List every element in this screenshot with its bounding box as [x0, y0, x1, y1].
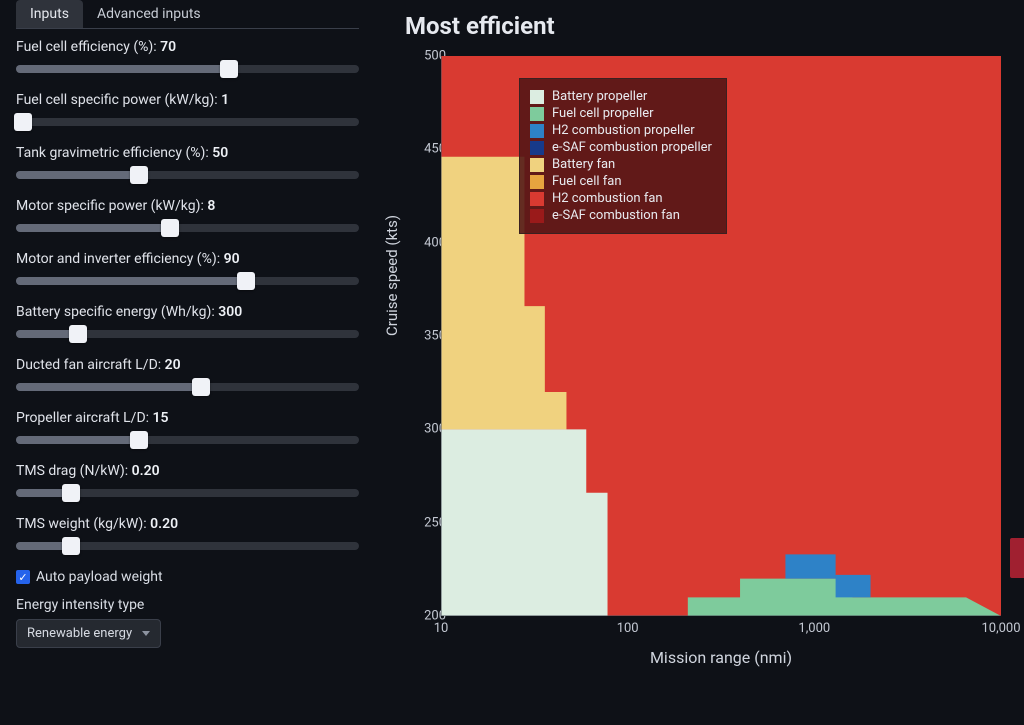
slider-4: Motor and inverter efficiency (%): 90: [16, 251, 359, 291]
legend-swatch: [530, 141, 544, 155]
x-tick: 100: [617, 621, 639, 636]
y-tick: 250: [396, 515, 446, 530]
legend-item: Battery fan: [530, 157, 712, 172]
side-handle[interactable]: [1010, 538, 1024, 578]
y-tick: 350: [396, 329, 446, 344]
legend-item: e-SAF combustion propeller: [530, 140, 712, 155]
slider-1: Fuel cell specific power (kW/kg): 1: [16, 92, 359, 132]
legend-item: e-SAF combustion fan: [530, 208, 712, 223]
slider-thumb[interactable]: [161, 219, 179, 237]
legend-item: H2 combustion propeller: [530, 123, 712, 138]
slider-0: Fuel cell efficiency (%): 70: [16, 39, 359, 79]
slider-8: TMS drag (N/kW): 0.20: [16, 463, 359, 503]
legend-label: Fuel cell fan: [552, 174, 622, 189]
slider-label: Fuel cell efficiency (%): 70: [16, 39, 359, 55]
slider-3: Motor specific power (kW/kg): 8: [16, 198, 359, 238]
legend-swatch: [530, 209, 544, 223]
sidebar: Inputs Advanced inputs Fuel cell efficie…: [0, 0, 375, 725]
tab-advanced-inputs[interactable]: Advanced inputs: [83, 0, 215, 28]
legend-label: Battery fan: [552, 157, 615, 172]
slider-thumb[interactable]: [69, 325, 87, 343]
slider-track[interactable]: [16, 377, 359, 397]
slider-5: Battery specific energy (Wh/kg): 300: [16, 304, 359, 344]
legend-swatch: [530, 158, 544, 172]
legend-swatch: [530, 90, 544, 104]
y-tick: 450: [396, 142, 446, 157]
legend-item: H2 combustion fan: [530, 191, 712, 206]
legend-label: Battery propeller: [552, 89, 647, 104]
legend-swatch: [530, 192, 544, 206]
plot-area[interactable]: Battery propeller Fuel cell propeller H2 c…: [441, 56, 1001, 616]
legend-swatch: [530, 124, 544, 138]
legend-label: e-SAF combustion fan: [552, 208, 680, 223]
legend: Battery propeller Fuel cell propeller H2 c…: [519, 78, 727, 234]
slider-thumb[interactable]: [130, 166, 148, 184]
check-icon: ✓: [16, 570, 30, 584]
slider-label: Battery specific energy (Wh/kg): 300: [16, 304, 359, 320]
legend-label: e-SAF combustion propeller: [552, 140, 712, 155]
tab-inputs[interactable]: Inputs: [16, 0, 83, 28]
legend-item: Fuel cell fan: [530, 174, 712, 189]
slider-track[interactable]: [16, 165, 359, 185]
slider-track[interactable]: [16, 536, 359, 556]
select-value: Renewable energy: [27, 626, 132, 641]
y-tick: 400: [396, 235, 446, 250]
slider-label: TMS weight (kg/kW): 0.20: [16, 516, 359, 532]
auto-payload-checkbox[interactable]: ✓ Auto payload weight: [16, 569, 359, 585]
slider-label: TMS drag (N/kW): 0.20: [16, 463, 359, 479]
slider-track[interactable]: [16, 59, 359, 79]
slider-track[interactable]: [16, 430, 359, 450]
slider-thumb[interactable]: [220, 60, 238, 78]
slider-label: Propeller aircraft L/D: 15: [16, 410, 359, 426]
chart-title: Most efficient: [405, 12, 1012, 40]
slider-thumb[interactable]: [130, 431, 148, 449]
select-label: Energy intensity type: [16, 597, 359, 613]
y-tick: 300: [396, 422, 446, 437]
slider-track[interactable]: [16, 483, 359, 503]
slider-track[interactable]: [16, 324, 359, 344]
slider-thumb[interactable]: [62, 484, 80, 502]
x-tick: 10,000: [981, 621, 1020, 636]
slider-7: Propeller aircraft L/D: 15: [16, 410, 359, 450]
slider-thumb[interactable]: [14, 113, 32, 131]
slider-track[interactable]: [16, 218, 359, 238]
x-tick: 10: [434, 621, 449, 636]
slider-label: Motor specific power (kW/kg): 8: [16, 198, 359, 214]
x-axis-label: Mission range (nmi): [441, 648, 1001, 667]
chart-panel: Most efficient Cruise speed (kts) 200250…: [375, 0, 1024, 725]
legend-label: Fuel cell propeller: [552, 106, 654, 121]
legend-item: Fuel cell propeller: [530, 106, 712, 121]
y-axis-label: Cruise speed (kts): [383, 215, 401, 336]
tabs: Inputs Advanced inputs: [16, 0, 359, 29]
slider-label: Motor and inverter efficiency (%): 90: [16, 251, 359, 267]
legend-label: H2 combustion fan: [552, 191, 663, 206]
chevron-down-icon: [142, 631, 150, 636]
slider-thumb[interactable]: [192, 378, 210, 396]
slider-label: Ducted fan aircraft L/D: 20: [16, 357, 359, 373]
y-tick: 500: [396, 49, 446, 64]
slider-label: Fuel cell specific power (kW/kg): 1: [16, 92, 359, 108]
slider-thumb[interactable]: [62, 537, 80, 555]
slider-label: Tank gravimetric efficiency (%): 50: [16, 145, 359, 161]
legend-swatch: [530, 175, 544, 189]
slider-6: Ducted fan aircraft L/D: 20: [16, 357, 359, 397]
legend-label: H2 combustion propeller: [552, 123, 695, 138]
slider-thumb[interactable]: [237, 272, 255, 290]
slider-2: Tank gravimetric efficiency (%): 50: [16, 145, 359, 185]
legend-swatch: [530, 107, 544, 121]
slider-track[interactable]: [16, 271, 359, 291]
x-tick: 1,000: [798, 621, 830, 636]
energy-intensity-select[interactable]: Renewable energy: [16, 619, 161, 648]
slider-track[interactable]: [16, 112, 359, 132]
legend-item: Battery propeller: [530, 89, 712, 104]
slider-9: TMS weight (kg/kW): 0.20: [16, 516, 359, 556]
checkbox-label: Auto payload weight: [36, 569, 163, 585]
